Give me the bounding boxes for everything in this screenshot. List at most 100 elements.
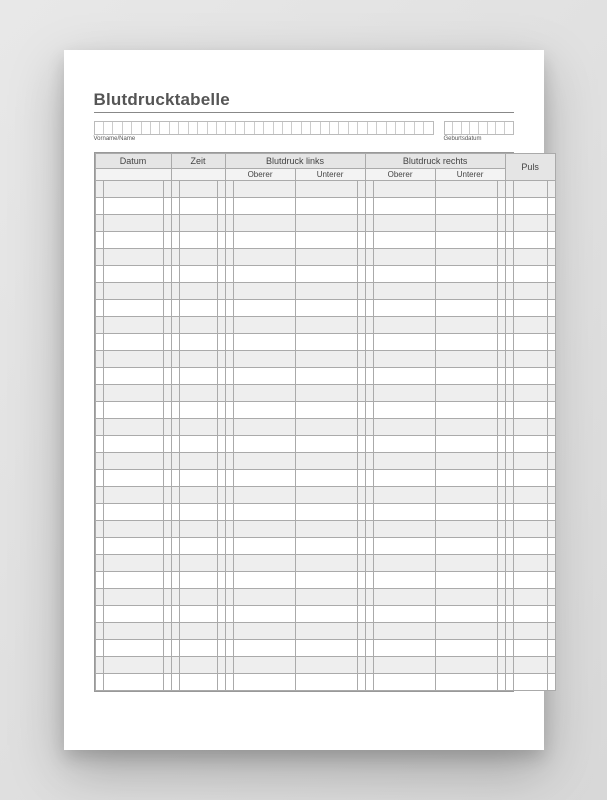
table-cell[interactable]	[435, 317, 497, 334]
table-cell[interactable]	[373, 181, 435, 198]
table-cell[interactable]	[497, 436, 505, 453]
table-cell[interactable]	[513, 198, 547, 215]
table-cell[interactable]	[513, 317, 547, 334]
table-cell[interactable]	[547, 232, 555, 249]
table-cell[interactable]	[435, 623, 497, 640]
table-cell[interactable]	[373, 606, 435, 623]
table-cell[interactable]	[513, 232, 547, 249]
table-cell[interactable]	[513, 249, 547, 266]
table-cell[interactable]	[295, 385, 357, 402]
table-cell[interactable]	[233, 657, 295, 674]
table-row[interactable]	[95, 538, 555, 555]
table-cell[interactable]	[295, 453, 357, 470]
table-cell[interactable]	[505, 606, 513, 623]
table-cell[interactable]	[497, 300, 505, 317]
table-cell[interactable]	[513, 385, 547, 402]
table-cell[interactable]	[295, 249, 357, 266]
table-cell[interactable]	[365, 385, 373, 402]
table-cell[interactable]	[365, 572, 373, 589]
table-cell[interactable]	[497, 419, 505, 436]
table-cell[interactable]	[435, 419, 497, 436]
table-cell[interactable]	[171, 334, 179, 351]
table-cell[interactable]	[163, 436, 171, 453]
table-cell[interactable]	[357, 589, 365, 606]
table-cell[interactable]	[513, 487, 547, 504]
table-cell[interactable]	[357, 351, 365, 368]
table-cell[interactable]	[497, 470, 505, 487]
table-cell[interactable]	[179, 623, 217, 640]
table-row[interactable]	[95, 589, 555, 606]
table-cell[interactable]	[233, 674, 295, 691]
table-cell[interactable]	[95, 521, 103, 538]
table-cell[interactable]	[295, 368, 357, 385]
table-cell[interactable]	[103, 453, 163, 470]
table-cell[interactable]	[233, 215, 295, 232]
dob-input-cells[interactable]	[444, 121, 514, 135]
table-cell[interactable]	[505, 198, 513, 215]
table-cell[interactable]	[103, 351, 163, 368]
table-cell[interactable]	[225, 640, 233, 657]
table-cell[interactable]	[357, 640, 365, 657]
table-cell[interactable]	[217, 300, 225, 317]
table-cell[interactable]	[163, 623, 171, 640]
table-cell[interactable]	[505, 640, 513, 657]
table-cell[interactable]	[513, 606, 547, 623]
table-cell[interactable]	[365, 419, 373, 436]
table-cell[interactable]	[357, 555, 365, 572]
table-cell[interactable]	[547, 215, 555, 232]
table-cell[interactable]	[497, 623, 505, 640]
table-cell[interactable]	[435, 198, 497, 215]
table-cell[interactable]	[505, 215, 513, 232]
table-cell[interactable]	[217, 504, 225, 521]
table-cell[interactable]	[505, 521, 513, 538]
table-cell[interactable]	[547, 674, 555, 691]
table-cell[interactable]	[95, 198, 103, 215]
table-cell[interactable]	[357, 623, 365, 640]
table-cell[interactable]	[225, 470, 233, 487]
table-cell[interactable]	[373, 198, 435, 215]
table-cell[interactable]	[373, 555, 435, 572]
table-cell[interactable]	[365, 249, 373, 266]
table-cell[interactable]	[233, 198, 295, 215]
table-cell[interactable]	[163, 419, 171, 436]
table-row[interactable]	[95, 232, 555, 249]
table-cell[interactable]	[373, 470, 435, 487]
table-cell[interactable]	[505, 232, 513, 249]
table-cell[interactable]	[373, 419, 435, 436]
table-cell[interactable]	[233, 640, 295, 657]
table-cell[interactable]	[225, 555, 233, 572]
table-cell[interactable]	[171, 606, 179, 623]
table-cell[interactable]	[547, 555, 555, 572]
table-cell[interactable]	[435, 436, 497, 453]
table-cell[interactable]	[505, 487, 513, 504]
table-cell[interactable]	[179, 674, 217, 691]
table-cell[interactable]	[103, 334, 163, 351]
table-cell[interactable]	[95, 453, 103, 470]
table-row[interactable]	[95, 521, 555, 538]
table-cell[interactable]	[233, 385, 295, 402]
table-cell[interactable]	[357, 266, 365, 283]
table-cell[interactable]	[435, 300, 497, 317]
table-cell[interactable]	[179, 606, 217, 623]
table-cell[interactable]	[505, 623, 513, 640]
table-cell[interactable]	[357, 317, 365, 334]
table-cell[interactable]	[217, 589, 225, 606]
table-cell[interactable]	[513, 419, 547, 436]
table-cell[interactable]	[179, 487, 217, 504]
table-cell[interactable]	[435, 555, 497, 572]
table-cell[interactable]	[365, 640, 373, 657]
table-cell[interactable]	[217, 181, 225, 198]
table-cell[interactable]	[357, 181, 365, 198]
table-cell[interactable]	[435, 538, 497, 555]
table-cell[interactable]	[103, 266, 163, 283]
table-cell[interactable]	[505, 453, 513, 470]
table-cell[interactable]	[295, 334, 357, 351]
table-cell[interactable]	[217, 334, 225, 351]
table-cell[interactable]	[103, 640, 163, 657]
table-cell[interactable]	[295, 402, 357, 419]
table-cell[interactable]	[179, 504, 217, 521]
table-cell[interactable]	[233, 538, 295, 555]
table-cell[interactable]	[171, 181, 179, 198]
table-cell[interactable]	[365, 538, 373, 555]
table-row[interactable]	[95, 657, 555, 674]
